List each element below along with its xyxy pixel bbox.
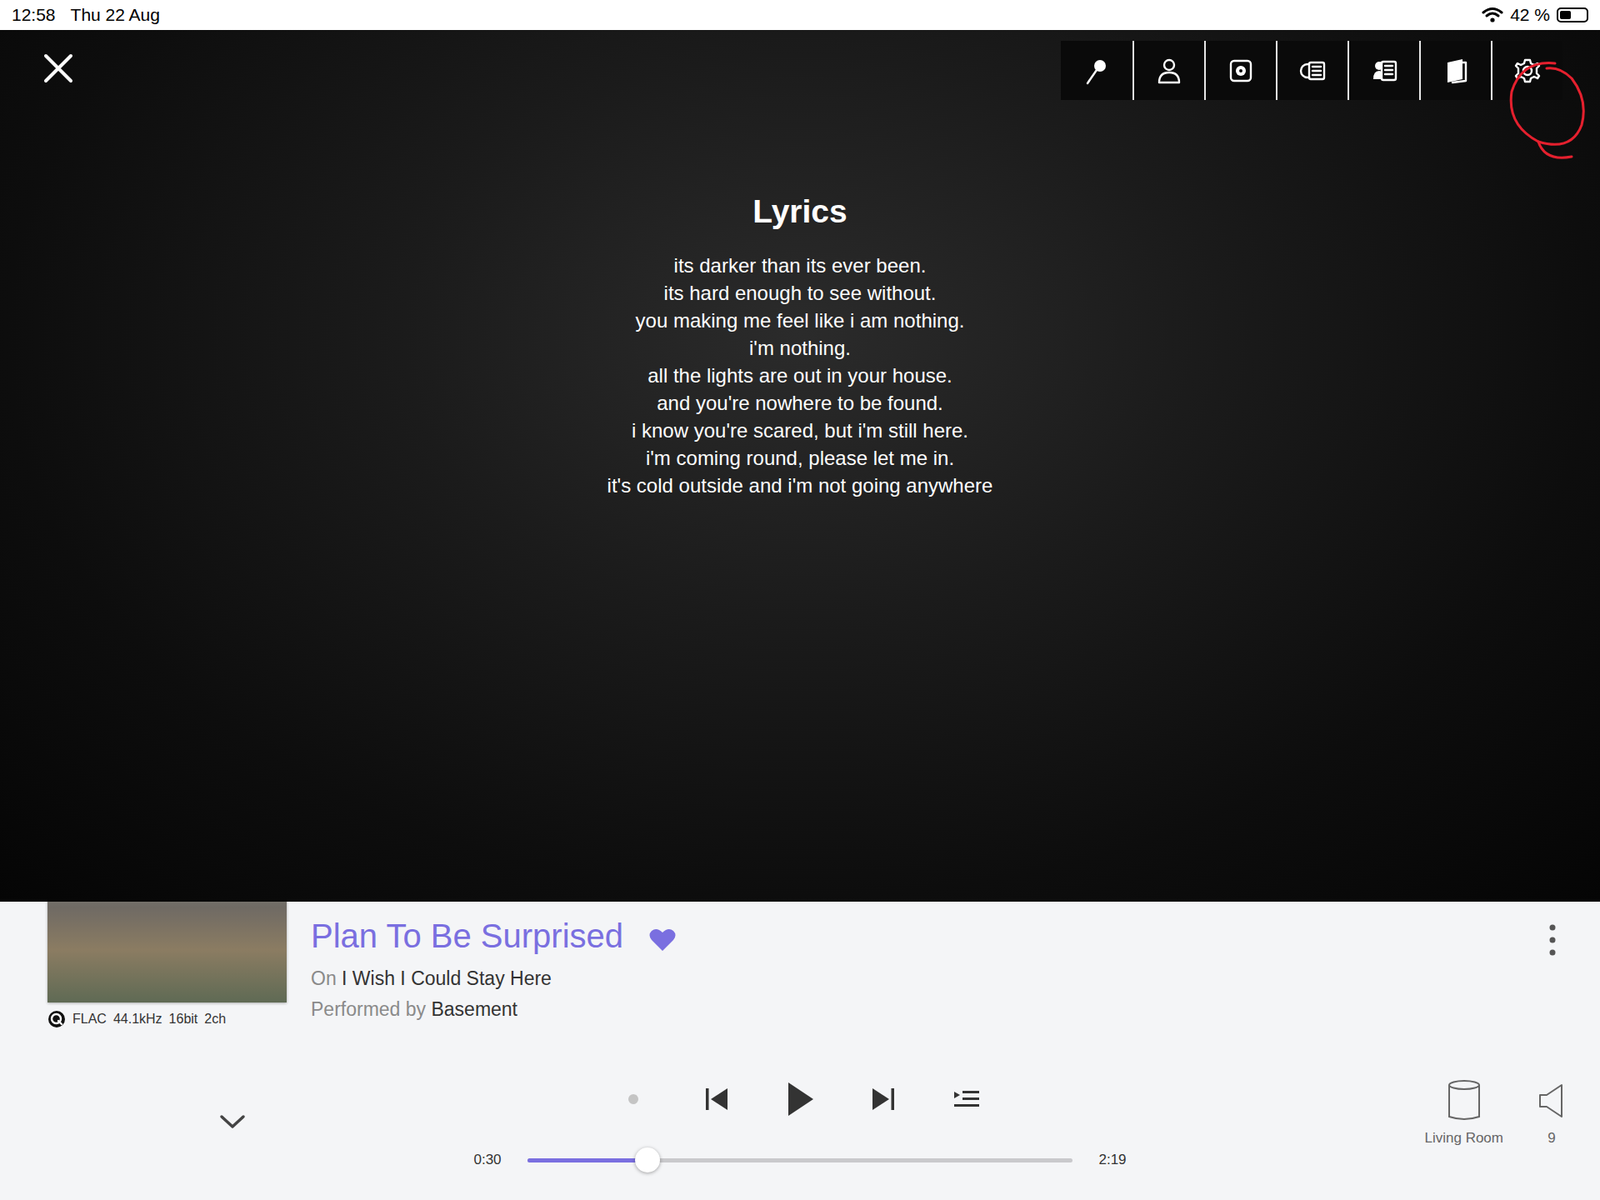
date: Thu 22 Aug xyxy=(70,5,160,25)
progress-knob[interactable] xyxy=(635,1147,660,1173)
collapse-area xyxy=(0,1050,459,1200)
battery-percent: 42 % xyxy=(1510,5,1550,25)
format-tag: FLAC xyxy=(72,1011,107,1027)
microphone-icon xyxy=(1081,55,1112,86)
artist-name[interactable]: Basement xyxy=(430,998,518,1020)
disc-button[interactable] xyxy=(1204,40,1276,100)
credits-icon xyxy=(1297,55,1328,86)
lyric-line: i know you're scared, but i'm still here… xyxy=(631,416,969,445)
top-bar xyxy=(0,30,1600,100)
track-info: Plan To Be Surprised On I Wish I Could St… xyxy=(310,901,1549,1050)
lyric-line: i'm nothing. xyxy=(749,334,851,362)
playback-controls: 0:30 2:19 xyxy=(458,1050,1142,1200)
lyric-line: its hard enough to see without. xyxy=(664,279,937,307)
lyric-line: you making me feel like i am nothing. xyxy=(635,306,965,335)
format-tag: 44.1kHz xyxy=(113,1011,163,1027)
now-playing-row: FLAC 44.1kHz 16bit 2ch Plan To Be Surprised O… xyxy=(0,901,1600,1050)
chevron-down-icon[interactable] xyxy=(218,1113,247,1130)
lyrics-title: Lyrics xyxy=(752,193,847,230)
battery-fill xyxy=(1560,10,1571,20)
title-row: Plan To Be Surprised xyxy=(310,915,1549,956)
more-icon xyxy=(1548,923,1557,957)
gear-icon xyxy=(1512,55,1543,86)
now-playing-panel: FLAC 44.1kHz 16bit 2ch Plan To Be Surprised O… xyxy=(0,901,1600,1200)
gear-button[interactable] xyxy=(1490,40,1563,100)
album-line: On I Wish I Could Stay Here xyxy=(310,967,1549,990)
duration: 2:19 xyxy=(1095,1151,1130,1169)
next-icon xyxy=(870,1086,896,1112)
format-tag: 2ch xyxy=(204,1011,226,1027)
format-info: FLAC 44.1kHz 16bit 2ch xyxy=(72,1011,226,1027)
lyric-line: its darker than its ever been. xyxy=(674,251,927,280)
annotation-circle xyxy=(1505,58,1589,164)
lyric-line: and you're nowhere to be found. xyxy=(656,389,944,417)
play-icon xyxy=(785,1080,815,1118)
album-column: FLAC 44.1kHz 16bit 2ch xyxy=(0,901,287,1050)
lyrics-view: Lyrics its darker than its ever been.its … xyxy=(0,30,1600,902)
booklet-button[interactable] xyxy=(1419,40,1491,100)
dot-icon xyxy=(627,1093,640,1105)
toolbar xyxy=(1060,40,1563,100)
format-row: FLAC 44.1kHz 16bit 2ch xyxy=(47,1010,287,1029)
zone-controls: Living Room 9 xyxy=(1141,1050,1600,1200)
status-left: 12:58 Thu 22 Aug xyxy=(11,5,160,25)
album-prefix: On xyxy=(310,967,337,990)
review-icon xyxy=(1369,55,1400,86)
credits-button[interactable] xyxy=(1275,40,1348,100)
volume-button[interactable]: 9 xyxy=(1536,1078,1567,1200)
zone-name: Living Room xyxy=(1425,1130,1505,1147)
booklet-icon xyxy=(1440,55,1471,86)
lyric-line: all the lights are out in your house. xyxy=(647,361,953,390)
volume-level: 9 xyxy=(1547,1130,1555,1147)
elapsed-time: 0:30 xyxy=(470,1151,505,1169)
close-icon[interactable] xyxy=(43,53,74,84)
progress-track[interactable] xyxy=(527,1158,1073,1163)
lyric-line: i'm coming round, please let me in. xyxy=(645,444,955,472)
play-button[interactable] xyxy=(779,1080,821,1119)
microphone-button[interactable] xyxy=(1060,40,1133,100)
previous-icon xyxy=(704,1086,730,1112)
artist-line: Performed by Basement xyxy=(310,998,1549,1021)
heart-icon[interactable] xyxy=(648,927,677,953)
disc-icon xyxy=(1225,55,1256,86)
person-icon xyxy=(1154,55,1185,86)
qobuz-icon xyxy=(47,1010,66,1029)
progress-row: 0:30 2:19 xyxy=(470,1151,1130,1169)
lyrics-panel: Lyrics its darker than its ever been.its … xyxy=(0,193,1600,500)
wifi-icon xyxy=(1481,6,1504,24)
zone-button[interactable]: Living Room xyxy=(1425,1078,1505,1200)
next-button[interactable] xyxy=(862,1080,905,1119)
volume-icon xyxy=(1536,1078,1567,1124)
lyric-line: it's cold outside and i'm not going anyw… xyxy=(607,471,994,500)
album-name[interactable]: I Wish I Could Stay Here xyxy=(341,967,552,990)
review-button[interactable] xyxy=(1347,40,1420,100)
clock: 12:58 xyxy=(11,5,56,25)
status-right: 42 % xyxy=(1481,5,1589,25)
controls-row: 0:30 2:19 Living Room 9 xyxy=(0,1050,1600,1200)
queue-button[interactable] xyxy=(945,1080,988,1119)
more-menu[interactable] xyxy=(1548,901,1600,1050)
queue-icon xyxy=(952,1088,981,1110)
track-title[interactable]: Plan To Be Surprised xyxy=(310,915,624,956)
transport-controls xyxy=(612,1080,988,1119)
radio-button[interactable] xyxy=(612,1080,655,1119)
artist-prefix: Performed by xyxy=(310,998,426,1020)
status-bar: 12:58 Thu 22 Aug 42 % xyxy=(0,0,1600,30)
battery-icon xyxy=(1556,7,1589,23)
speaker-icon xyxy=(1445,1078,1483,1124)
person-button[interactable] xyxy=(1132,40,1205,100)
format-tag: 16bit xyxy=(169,1011,199,1027)
previous-button[interactable] xyxy=(695,1080,738,1119)
progress-fill xyxy=(527,1158,648,1163)
